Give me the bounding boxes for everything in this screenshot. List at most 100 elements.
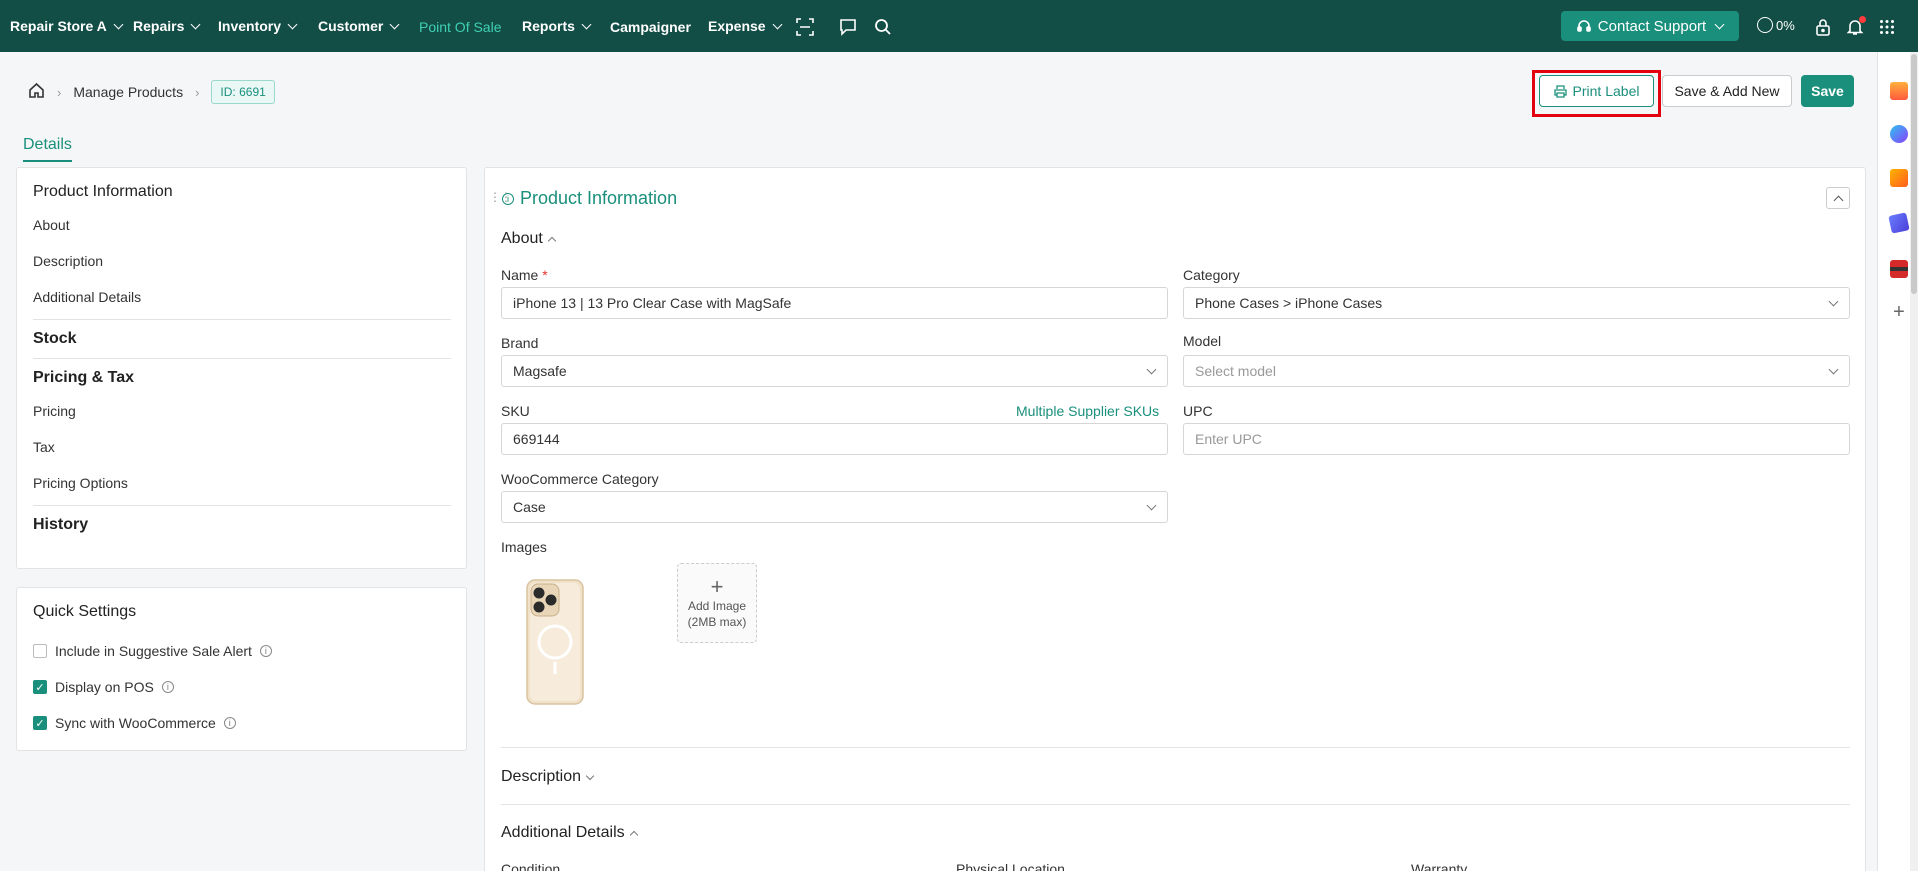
name-label: Name * (501, 267, 548, 283)
description-section-toggle[interactable]: Description (501, 768, 595, 786)
chevron-down-icon (1714, 19, 1725, 29)
woocommerce-category-select[interactable]: Case (501, 491, 1168, 523)
side-nav-pricing-options[interactable]: Pricing Options (33, 465, 450, 501)
section-title-product-information: i Product Information (502, 188, 677, 209)
model-select[interactable]: Select model (1183, 355, 1850, 387)
scrollbar-thumb[interactable] (1911, 54, 1917, 294)
nav-expense[interactable]: Expense (708, 18, 783, 34)
add-image-button[interactable]: + Add Image (2MB max) (677, 563, 757, 643)
progress-ring-icon (1757, 17, 1773, 33)
plus-icon: + (710, 574, 724, 599)
side-nav-stock[interactable]: Stock (33, 330, 450, 348)
woocommerce-category-label: WooCommerce Category (501, 471, 659, 487)
chevron-down-icon (1146, 364, 1157, 375)
images-label: Images (501, 539, 547, 555)
bell-icon[interactable] (1842, 14, 1868, 40)
brand-label: Brand (501, 335, 539, 351)
sku-input[interactable]: 669144 (501, 423, 1168, 455)
printer-icon (1553, 84, 1567, 98)
physical-location-label: Physical Location (956, 861, 1065, 871)
upc-input[interactable]: Enter UPC (1183, 423, 1850, 455)
nav-inventory[interactable]: Inventory (218, 18, 298, 34)
divider (501, 804, 1850, 805)
chevron-down-icon (389, 19, 400, 29)
checkbox-checked[interactable]: ✓ (33, 716, 47, 730)
category-label: Category (1183, 267, 1240, 283)
product-image-thumbnail[interactable] (525, 578, 585, 706)
collapse-section-button[interactable] (1826, 187, 1850, 209)
home-icon[interactable] (28, 82, 45, 102)
side-nav-pricing[interactable]: Pricing (33, 393, 450, 429)
about-section-toggle[interactable]: About (501, 230, 557, 248)
side-nav-product-information[interactable]: Product Information (33, 183, 450, 201)
upc-label: UPC (1183, 403, 1213, 419)
chat-app-icon[interactable] (1890, 125, 1908, 143)
side-nav-history[interactable]: History (33, 516, 450, 534)
wallet-app-icon[interactable] (1890, 260, 1908, 278)
side-nav-about[interactable]: About (33, 207, 450, 243)
info-icon[interactable]: i (223, 717, 236, 729)
progress-indicator[interactable]: 0% (1757, 17, 1795, 33)
breadcrumb-separator: › (195, 84, 200, 100)
tab-details[interactable]: Details (23, 136, 72, 162)
model-label: Model (1183, 333, 1222, 349)
required-marker: * (542, 267, 548, 283)
lock-icon[interactable] (1810, 14, 1836, 40)
divider (33, 505, 451, 506)
apps-grid-icon[interactable] (1874, 14, 1900, 40)
nav-customer[interactable]: Customer (318, 18, 400, 34)
side-nav-additional-details[interactable]: Additional Details (33, 279, 450, 315)
print-label-button[interactable]: Print Label (1539, 75, 1654, 107)
breadcrumb-manage-products[interactable]: Manage Products (73, 84, 183, 100)
search-icon[interactable] (870, 14, 896, 40)
save-and-add-new-button[interactable]: Save & Add New (1662, 75, 1792, 107)
nav-campaigner[interactable]: Campaigner (610, 19, 691, 35)
sku-label: SKU (501, 403, 530, 419)
side-nav-description[interactable]: Description (33, 243, 450, 279)
nav-repairs[interactable]: Repairs (133, 18, 201, 34)
brand-select[interactable]: Magsafe (501, 355, 1168, 387)
side-nav-tax[interactable]: Tax (33, 429, 450, 465)
sync-woocommerce-option[interactable]: ✓ Sync with WooCommerce i (33, 705, 450, 741)
additional-details-section-toggle[interactable]: Additional Details (501, 824, 638, 842)
checkbox[interactable] (33, 644, 47, 658)
cards-app-icon[interactable] (1888, 212, 1910, 234)
checkbox-checked[interactable]: ✓ (33, 680, 47, 694)
product-information-panel: ⋮⋮ i Product Information About Name * iP… (484, 167, 1866, 871)
chevron-up-icon (1833, 195, 1843, 205)
nav-store-selector[interactable]: Repair Store A (10, 18, 124, 34)
info-icon[interactable]: i (259, 645, 272, 657)
nav-reports[interactable]: Reports (522, 18, 592, 34)
display-on-pos-option[interactable]: ✓ Display on POS i (33, 669, 450, 705)
multiple-supplier-skus-link[interactable]: Multiple Supplier SKUs (1016, 403, 1159, 419)
top-nav: Repair Store A Repairs Inventory Custome… (0, 0, 1918, 52)
product-id-badge: ID: 6691 (211, 80, 275, 104)
chevron-up-icon (547, 236, 557, 246)
nav-point-of-sale[interactable]: Point Of Sale (419, 19, 502, 35)
notification-dot (1859, 16, 1866, 23)
chevron-down-icon (585, 771, 595, 780)
save-button[interactable]: Save (1801, 75, 1854, 107)
chevron-down-icon (1828, 364, 1839, 375)
add-app-icon[interactable]: + (1890, 302, 1908, 322)
divider (501, 747, 1850, 748)
scan-icon[interactable] (792, 14, 818, 40)
category-select[interactable]: Phone Cases > iPhone Cases (1183, 287, 1850, 319)
info-icon[interactable]: i (161, 681, 174, 693)
chevron-down-icon (1146, 500, 1157, 511)
notes-app-icon[interactable] (1890, 169, 1908, 187)
chat-icon[interactable] (835, 14, 861, 40)
chevron-down-icon (772, 19, 783, 29)
condition-label: Condition (501, 861, 561, 871)
divider (33, 358, 451, 359)
chevron-up-icon (629, 830, 638, 840)
gift-app-icon[interactable] (1890, 82, 1908, 100)
breadcrumb-separator: › (57, 84, 62, 100)
suggestive-sale-alert-option[interactable]: Include in Suggestive Sale Alert i (33, 633, 450, 669)
section-nav-panel: Product Information About Description Ad… (16, 167, 467, 569)
contact-support-button[interactable]: Contact Support (1561, 11, 1739, 41)
name-input[interactable]: iPhone 13 | 13 Pro Clear Case with MagSa… (501, 287, 1168, 319)
quick-settings-title: Quick Settings (33, 603, 137, 620)
side-nav-pricing-tax[interactable]: Pricing & Tax (33, 369, 450, 387)
chevron-down-icon (113, 19, 124, 29)
